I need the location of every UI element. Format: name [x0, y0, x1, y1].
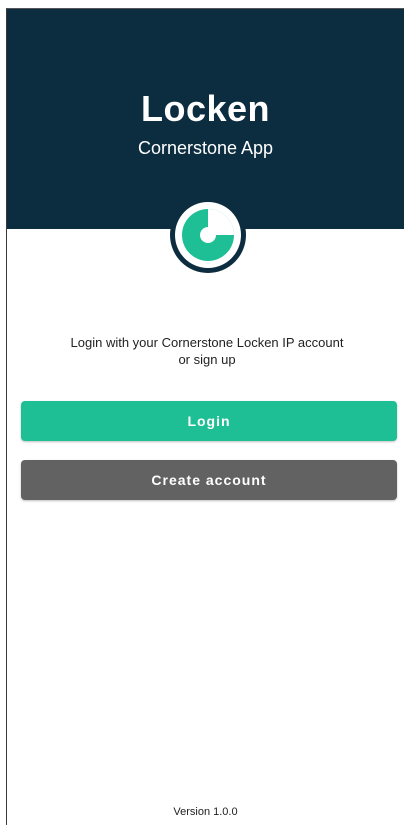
login-screen: Locken Cornerstone App Login with your C… [6, 8, 404, 825]
login-button[interactable]: Login [21, 401, 397, 441]
intro-line-2: or sign up [178, 352, 236, 367]
version-label: Version 1.0.0 [173, 806, 238, 818]
intro-line-1: Login with your Cornerstone Locken IP ac… [70, 335, 344, 350]
create-account-button[interactable]: Create account [21, 460, 397, 500]
app-subtitle: Cornerstone App [137, 138, 274, 158]
intro-text: Login with your Cornerstone Locken IP ac… [37, 334, 377, 368]
cornerstone-logo-icon [169, 196, 247, 274]
app-title: Locken [140, 88, 271, 129]
